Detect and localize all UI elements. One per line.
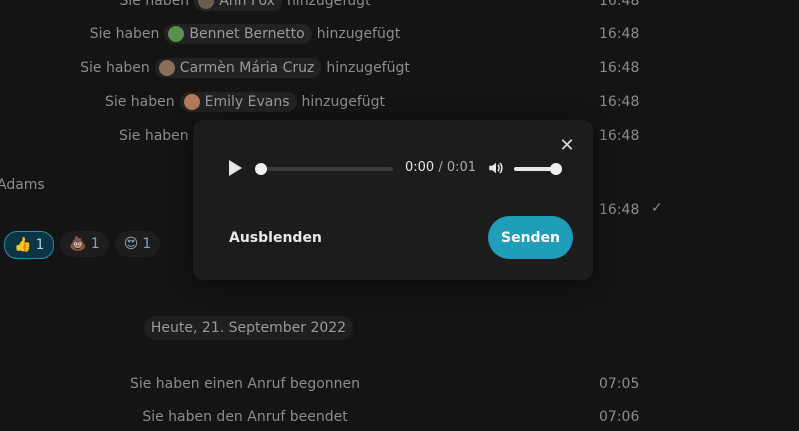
user-chip[interactable]: Bennet Bernetto [164,24,312,44]
reaction-count: 1 [35,237,45,253]
avatar [198,0,215,9]
system-message-suffix: hinzugefügt [316,26,401,42]
reaction-count: 1 [90,236,100,252]
audio-player: 0:00 / 0:01 [211,150,575,186]
seek-thumb[interactable] [255,163,267,175]
call-started-text: Sie haben einen Anruf begonnen [129,376,361,392]
user-chip-name: Emily Evans [204,94,290,110]
hide-button[interactable]: Ausblenden [217,226,334,250]
message-time: 16:48 [599,128,640,144]
user-chip-name: Ann Fox [219,0,275,9]
user-chip-name: Bennet Bernetto [189,26,305,42]
avatar [168,26,185,42]
system-message-row: Sie haben den Anruf beendet 07:06 [0,403,799,431]
time-separator: / [434,160,447,175]
system-message-prefix: Sie haben [119,128,189,144]
message-time: 07:06 [599,409,640,425]
current-time: 0:00 [405,160,435,175]
system-message-prefix: Sie haben [80,60,150,76]
reaction-heart-eyes[interactable]: 😍 1 [114,231,161,257]
system-message-prefix: Sie haben [89,26,160,42]
reaction-thumbs-up[interactable]: 👍 1 [4,231,55,259]
play-icon[interactable] [229,160,242,176]
avatar [158,60,175,76]
system-message-suffix: hinzugefügt [301,94,386,110]
reaction-emoji: 💩 [69,236,87,252]
user-chip[interactable]: Emily Evans [179,92,297,112]
playback-time: 0:00 / 0:01 [405,160,476,175]
call-ended-text: Sie haben den Anruf beendet [142,409,348,425]
message-time: 16:48 [599,0,640,9]
date-separator: Heute, 21. September 2022 [144,316,353,340]
message-time: 07:05 [599,376,640,392]
read-check-icon: ✓ [651,200,663,216]
message-time: 16:48 [599,202,640,218]
voice-message-dialog: ✕ 0:00 / 0:01 Ausblenden Senden [193,120,593,280]
system-message-row: Sie haben einen Anruf begonnen 07:05 [0,370,799,398]
duration: 0:01 [446,160,477,175]
system-message-row: Sie haben Carmèn Mária Cruz hinzugefügt … [0,54,799,82]
system-message-suffix: hinzugefügt [326,60,410,76]
message-time: 16:48 [599,94,640,110]
user-chip[interactable]: Carmèn Mária Cruz [154,58,322,78]
reaction-poop[interactable]: 💩 1 [60,231,109,257]
user-chip[interactable]: Ann Fox [194,0,282,11]
reaction-count: 1 [142,236,152,252]
volume-icon[interactable] [487,159,505,177]
reactions-bar: 👍 1 💩 1 😍 1 [0,231,161,259]
user-chip-name: Carmèn Mária Cruz [179,60,315,76]
send-button[interactable]: Senden [488,216,573,259]
avatar [183,94,200,110]
seek-slider[interactable] [255,163,393,175]
system-message-row: Sie haben Ann Fox hinzugefügt 16:48 [0,0,799,15]
sender-name: Adams [0,177,45,193]
system-message-prefix: Sie haben [119,0,190,9]
system-message-row: Sie haben Bennet Bernetto hinzugefügt 16… [0,20,799,48]
system-message-row: Sie haben Emily Evans hinzugefügt 16:48 [0,88,799,116]
reaction-emoji: 👍 [14,237,32,253]
reaction-emoji: 😍 [123,236,139,252]
message-time: 16:48 [599,26,640,42]
system-message-suffix: hinzugefügt [286,0,371,9]
volume-thumb[interactable] [550,163,562,175]
message-time: 16:48 [599,60,640,76]
volume-slider[interactable] [514,163,562,175]
system-message-prefix: Sie haben [104,94,175,110]
